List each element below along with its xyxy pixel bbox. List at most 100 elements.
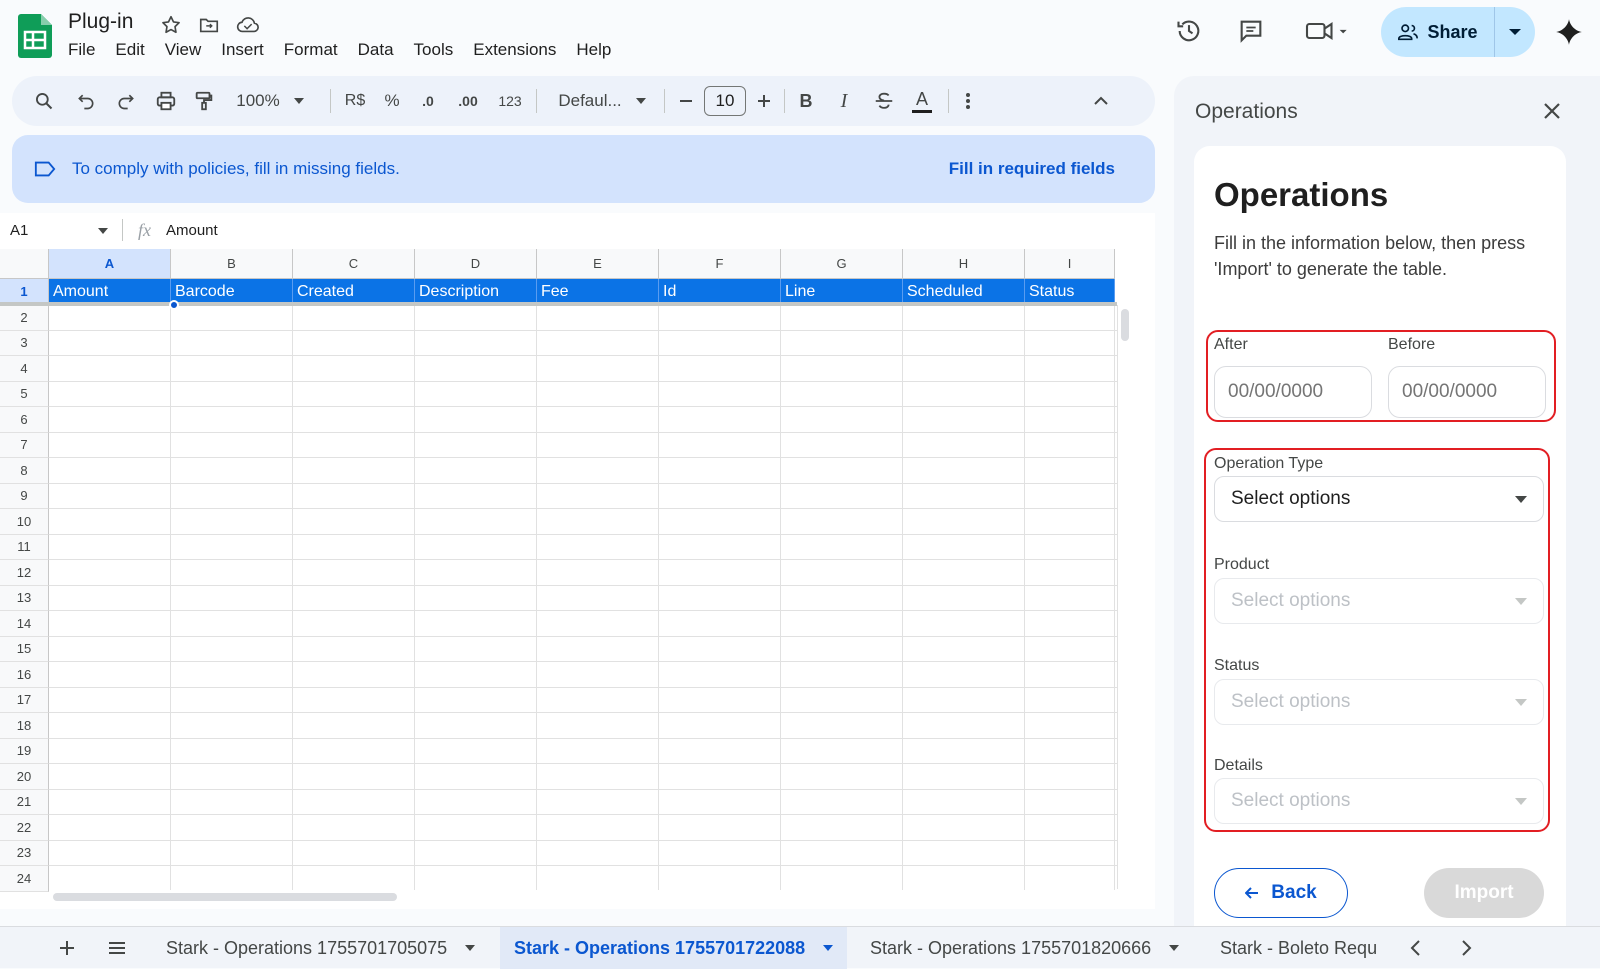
scroll-tabs-right-icon[interactable]: [1456, 938, 1476, 958]
font-family-select[interactable]: Defaul...: [552, 76, 652, 126]
text-color-button[interactable]: A: [910, 76, 934, 126]
sheets-logo-icon[interactable]: [18, 14, 52, 58]
row-header[interactable]: 6: [0, 407, 49, 433]
column-header[interactable]: D: [415, 249, 537, 279]
row-header[interactable]: 13: [0, 585, 49, 611]
menu-insert[interactable]: Insert: [211, 40, 274, 62]
product-select[interactable]: Select options: [1214, 578, 1544, 624]
sheet-tab-caret-icon[interactable]: [1169, 945, 1180, 951]
column-header[interactable]: C: [293, 249, 415, 279]
share-button[interactable]: Share: [1381, 7, 1495, 57]
horizontal-scroll-thumb[interactable]: [53, 893, 397, 901]
collapse-toolbar-icon[interactable]: [1088, 76, 1114, 126]
column-header[interactable]: B: [171, 249, 293, 279]
menu-help[interactable]: Help: [566, 40, 621, 62]
row-header[interactable]: 7: [0, 432, 49, 458]
decrease-decimal-button[interactable]: .0: [412, 76, 444, 126]
sheet-tab[interactable]: Stark - Operations 1755701705075: [152, 927, 489, 969]
search-menus-icon[interactable]: [30, 76, 58, 126]
row-header[interactable]: 18: [0, 713, 49, 739]
row-header[interactable]: 12: [0, 560, 49, 586]
paint-format-icon[interactable]: [190, 76, 218, 126]
meet-video-icon[interactable]: [1302, 14, 1354, 48]
menu-tools[interactable]: Tools: [404, 40, 464, 62]
row-header[interactable]: 20: [0, 764, 49, 790]
strikethrough-icon[interactable]: [870, 76, 898, 126]
row-header[interactable]: 22: [0, 815, 49, 841]
currency-format-button[interactable]: R$: [342, 76, 368, 126]
share-options-caret-icon[interactable]: [1495, 7, 1535, 57]
fill-required-fields-link[interactable]: Fill in required fields: [949, 159, 1115, 179]
menu-edit[interactable]: Edit: [105, 40, 154, 62]
increase-decimal-button[interactable]: .00: [450, 76, 486, 126]
menu-view[interactable]: View: [155, 40, 212, 62]
frozen-row-divider[interactable]: [0, 302, 1117, 306]
row-header[interactable]: 14: [0, 611, 49, 637]
sheet-tab-active[interactable]: Stark - Operations 1755701722088: [500, 927, 848, 969]
row-header[interactable]: 11: [0, 534, 49, 560]
increase-font-size-icon[interactable]: [752, 76, 776, 126]
row-header[interactable]: 21: [0, 789, 49, 815]
version-history-icon[interactable]: [1172, 14, 1206, 48]
move-folder-icon[interactable]: [198, 14, 220, 36]
column-header[interactable]: E: [537, 249, 659, 279]
document-title[interactable]: Plug-in: [68, 10, 133, 34]
decrease-font-size-icon[interactable]: [674, 76, 698, 126]
row-header[interactable]: 5: [0, 381, 49, 407]
scroll-tabs-left-icon[interactable]: [1406, 938, 1426, 958]
details-select[interactable]: Select options: [1214, 778, 1544, 824]
before-date-input[interactable]: [1388, 366, 1546, 418]
add-sheet-icon[interactable]: [56, 937, 78, 959]
gemini-sparkle-icon[interactable]: [1552, 15, 1586, 49]
sheet-tab[interactable]: Stark - Operations 1755701820666: [856, 927, 1193, 969]
star-icon[interactable]: [160, 14, 182, 36]
column-header[interactable]: A: [49, 249, 171, 279]
row-header[interactable]: 8: [0, 458, 49, 484]
row-header[interactable]: 16: [0, 662, 49, 688]
name-box[interactable]: A1: [10, 222, 28, 239]
import-button[interactable]: Import: [1424, 868, 1544, 918]
status-select[interactable]: Select options: [1214, 679, 1544, 725]
zoom-select[interactable]: 100%: [230, 76, 310, 126]
menu-extensions[interactable]: Extensions: [463, 40, 566, 62]
font-size-input[interactable]: 10: [704, 86, 746, 116]
close-icon[interactable]: [1537, 96, 1567, 126]
comments-icon[interactable]: [1234, 14, 1268, 48]
row-header[interactable]: 10: [0, 509, 49, 535]
all-sheets-menu-icon[interactable]: [106, 937, 128, 959]
operation-type-select[interactable]: Select options: [1214, 476, 1544, 522]
row-header[interactable]: 17: [0, 687, 49, 713]
sheet-tab-caret-icon[interactable]: [465, 945, 476, 951]
after-date-input[interactable]: [1214, 366, 1372, 418]
vertical-scrollbar[interactable]: [1117, 305, 1131, 889]
row-header[interactable]: 4: [0, 356, 49, 382]
redo-icon[interactable]: [112, 76, 140, 126]
column-header[interactable]: G: [781, 249, 903, 279]
formula-input[interactable]: Amount: [166, 222, 218, 239]
row-header[interactable]: 23: [0, 840, 49, 866]
cloud-saved-icon[interactable]: [236, 14, 259, 36]
row-header[interactable]: 3: [0, 330, 49, 356]
row-header[interactable]: 19: [0, 738, 49, 764]
row-header[interactable]: 2: [0, 305, 49, 331]
selection-handle[interactable]: [169, 300, 179, 310]
column-header[interactable]: H: [903, 249, 1025, 279]
print-icon[interactable]: [152, 76, 180, 126]
menu-format[interactable]: Format: [274, 40, 348, 62]
menu-data[interactable]: Data: [348, 40, 404, 62]
back-button[interactable]: Back: [1214, 868, 1348, 918]
vertical-scroll-thumb[interactable]: [1121, 309, 1129, 341]
italic-button[interactable]: I: [832, 76, 856, 126]
menu-file[interactable]: File: [58, 40, 105, 62]
number-format-button[interactable]: 123: [496, 76, 524, 126]
undo-icon[interactable]: [72, 76, 100, 126]
horizontal-scrollbar[interactable]: [49, 890, 1117, 904]
row-header[interactable]: 9: [0, 483, 49, 509]
sheet-tab-caret-icon[interactable]: [823, 945, 834, 951]
select-all-corner[interactable]: [0, 249, 49, 279]
spreadsheet-grid[interactable]: ABCDEFGHI Amount Barcode Created Descriptio…: [0, 249, 1155, 909]
column-header[interactable]: I: [1025, 249, 1115, 279]
sheet-tab[interactable]: Stark - Boleto Requ: [1206, 927, 1388, 969]
bold-button[interactable]: B: [794, 76, 818, 126]
name-box-caret-icon[interactable]: [98, 228, 108, 234]
